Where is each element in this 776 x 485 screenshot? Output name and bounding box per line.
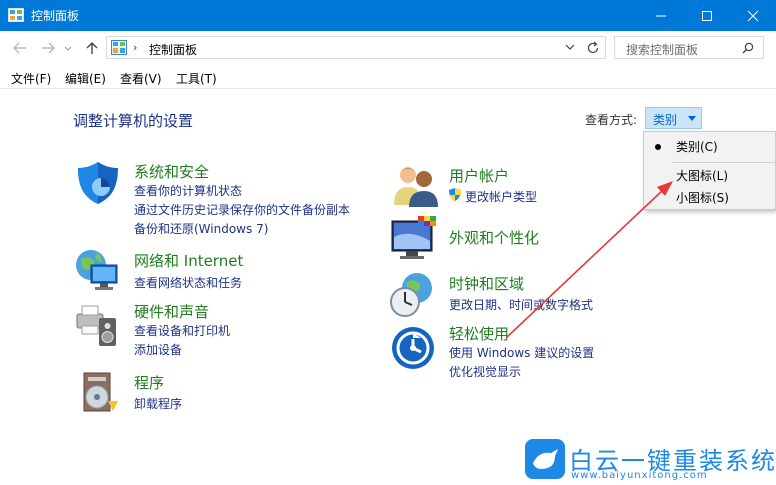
bird-logo-icon bbox=[525, 439, 565, 479]
watermark-url: www.baiyunxitong.com bbox=[571, 470, 708, 481]
annotation-arrow-icon bbox=[505, 181, 673, 339]
